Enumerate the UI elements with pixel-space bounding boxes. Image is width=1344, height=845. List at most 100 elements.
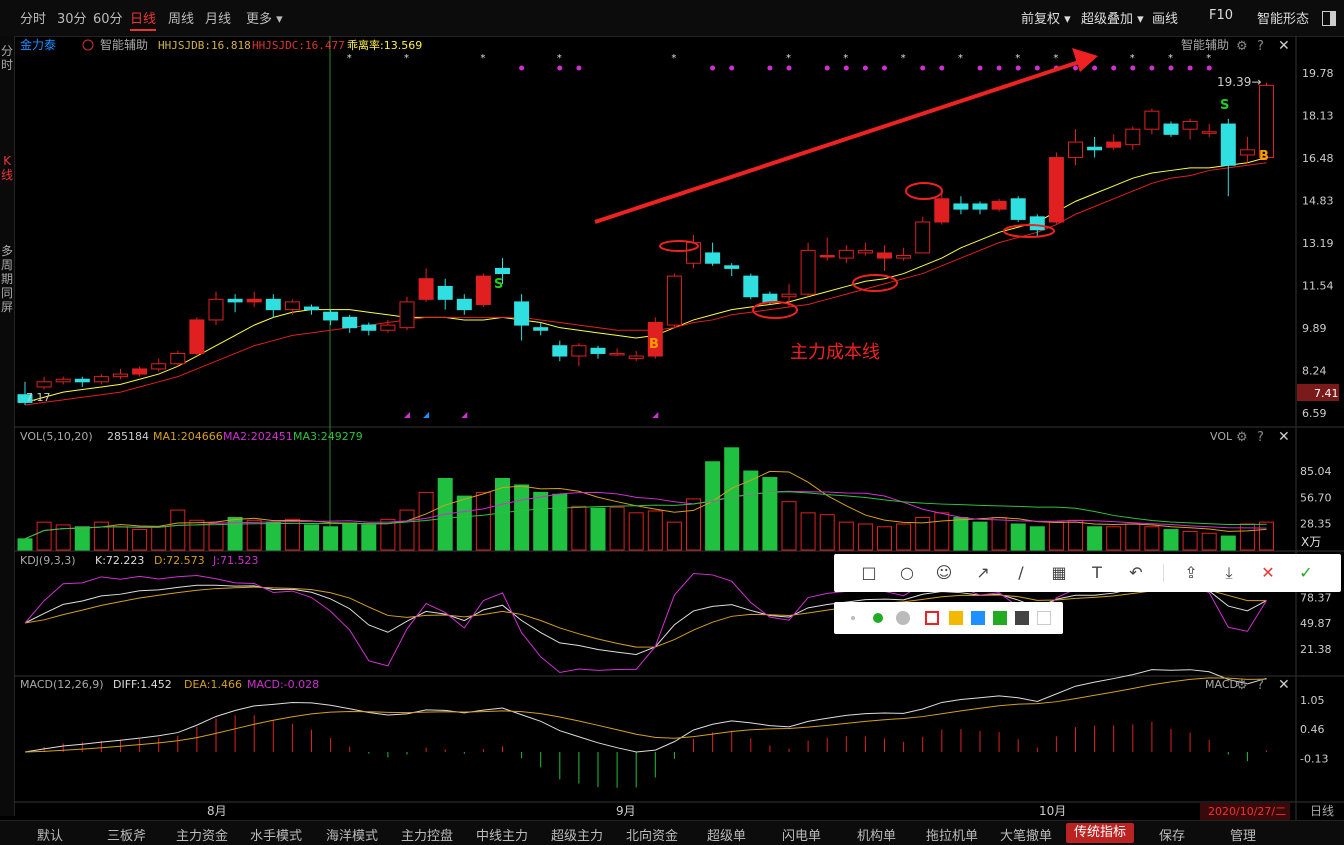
bottom-tab[interactable]: 超级主力: [551, 825, 603, 844]
settings-icon[interactable]: ⚙: [1236, 39, 1248, 54]
color-dark-swatch[interactable]: [1015, 611, 1029, 625]
candlestick[interactable]: [399, 296, 415, 331]
candlestick[interactable]: [189, 317, 205, 357]
bottom-tab[interactable]: 北向资金: [626, 825, 678, 844]
candlestick[interactable]: [953, 196, 969, 215]
candlestick[interactable]: [590, 345, 606, 359]
candlestick[interactable]: [246, 291, 262, 308]
share-icon[interactable]: ⇪: [1181, 563, 1201, 583]
candlestick[interactable]: [456, 294, 472, 315]
candlestick[interactable]: [1163, 121, 1179, 137]
candlestick[interactable]: [1201, 124, 1217, 137]
candlestick[interactable]: [113, 368, 128, 380]
bottom-tab[interactable]: 海洋模式: [326, 825, 378, 844]
help-icon[interactable]: ?: [1257, 430, 1264, 445]
candlestick[interactable]: [571, 343, 587, 367]
candlestick[interactable]: [857, 242, 873, 256]
settings-icon[interactable]: ⚙: [1236, 678, 1248, 693]
candlestick[interactable]: [1106, 134, 1122, 150]
candlestick[interactable]: [208, 291, 224, 326]
candlestick[interactable]: [132, 366, 148, 377]
bottom-tab[interactable]: 闪电单: [782, 825, 821, 844]
bottom-tab[interactable]: 大笔撤单: [1000, 825, 1052, 844]
bottom-tab[interactable]: 主力资金: [176, 825, 228, 844]
candlestick[interactable]: [686, 234, 701, 269]
bottom-tab[interactable]: 机构单: [857, 825, 896, 844]
bottom-tab[interactable]: 水手模式: [250, 825, 302, 844]
candlestick[interactable]: [227, 294, 243, 313]
close-icon[interactable]: ✕: [1278, 429, 1290, 445]
candlestick[interactable]: [1048, 152, 1064, 225]
color-white-swatch[interactable]: [1037, 611, 1051, 625]
candlestick[interactable]: [418, 268, 434, 302]
close-icon[interactable]: ✕: [1278, 38, 1290, 54]
candlestick[interactable]: [972, 201, 988, 215]
candlestick[interactable]: [284, 299, 300, 315]
color-yellow-swatch[interactable]: [949, 611, 963, 625]
candlestick[interactable]: [475, 273, 491, 308]
bottom-tab[interactable]: 拖拉机单: [926, 825, 978, 844]
rectangle-tool-icon[interactable]: □: [859, 563, 879, 583]
candlestick[interactable]: [151, 358, 167, 372]
candlestick[interactable]: [74, 376, 90, 387]
bottom-tab[interactable]: 中线主力: [476, 825, 528, 844]
candlestick[interactable]: [838, 245, 854, 264]
arrow-tool-icon[interactable]: ↗: [973, 563, 993, 583]
dropdown-icon[interactable]: [82, 39, 94, 51]
candlestick[interactable]: [304, 304, 319, 315]
candlestick[interactable]: [1068, 129, 1083, 166]
candlestick[interactable]: [552, 340, 568, 362]
candlestick[interactable]: [1239, 136, 1255, 163]
confirm-icon[interactable]: ✓: [1296, 563, 1316, 583]
candlestick[interactable]: [323, 309, 339, 326]
size-medium-option[interactable]: [873, 613, 883, 623]
color-blue-swatch[interactable]: [971, 611, 985, 625]
candlestick[interactable]: [55, 376, 71, 385]
mosaic-tool-icon[interactable]: ▦: [1049, 563, 1069, 583]
candlestick[interactable]: [533, 322, 549, 336]
candlestick[interactable]: [1182, 118, 1198, 140]
bottom-tab-active[interactable]: 传统指标: [1066, 823, 1135, 843]
bottom-tab[interactable]: 默认: [37, 825, 63, 844]
cancel-icon[interactable]: ✕: [1258, 563, 1278, 583]
candlestick[interactable]: [437, 278, 453, 310]
ellipse-tool-icon[interactable]: ○: [897, 563, 917, 583]
download-icon[interactable]: ⤓: [1219, 563, 1239, 583]
bottom-tab[interactable]: 三板斧: [107, 825, 146, 844]
settings-icon[interactable]: ⚙: [1236, 430, 1248, 445]
candlestick[interactable]: [514, 294, 530, 341]
emoji-tool-icon[interactable]: ☺: [934, 563, 954, 583]
candlestick[interactable]: [36, 376, 52, 390]
candlestick[interactable]: [991, 198, 1007, 212]
stock-chart[interactable]: * * * * * * * * * * * * * * 19.78 18.13 16.48 14.83 13.19…: [0, 0, 1344, 844]
color-red-swatch[interactable]: [925, 611, 939, 625]
pen-tool-icon[interactable]: /: [1011, 563, 1031, 583]
candlestick[interactable]: [724, 263, 740, 277]
undo-icon[interactable]: ↶: [1126, 563, 1146, 583]
candlestick[interactable]: [1125, 126, 1141, 150]
candlestick[interactable]: [877, 245, 892, 271]
text-tool-icon[interactable]: T: [1087, 563, 1107, 583]
bottom-tab[interactable]: 主力控盘: [401, 825, 453, 844]
candlestick[interactable]: [800, 242, 816, 297]
candlestick[interactable]: [915, 216, 931, 254]
candlestick[interactable]: [666, 273, 682, 328]
size-small-option[interactable]: [851, 616, 855, 620]
help-icon[interactable]: ?: [1257, 678, 1264, 693]
bottom-tab[interactable]: 超级单: [707, 825, 746, 844]
candlestick[interactable]: [1010, 196, 1026, 222]
candlestick[interactable]: [705, 242, 721, 266]
help-icon[interactable]: ?: [1257, 39, 1264, 54]
candlestick[interactable]: [896, 247, 912, 261]
bottom-tab[interactable]: 管理: [1230, 825, 1256, 844]
bottom-tab[interactable]: 保存: [1159, 825, 1185, 844]
candlestick[interactable]: [819, 237, 835, 261]
candlestick[interactable]: [743, 273, 759, 300]
size-large-option[interactable]: [896, 611, 910, 625]
candlestick[interactable]: [1087, 136, 1103, 158]
candlestick[interactable]: [93, 374, 109, 385]
candlestick[interactable]: [1220, 118, 1236, 197]
candlestick[interactable]: [628, 350, 644, 362]
color-green-swatch[interactable]: [993, 611, 1007, 625]
close-icon[interactable]: ✕: [1278, 677, 1290, 693]
